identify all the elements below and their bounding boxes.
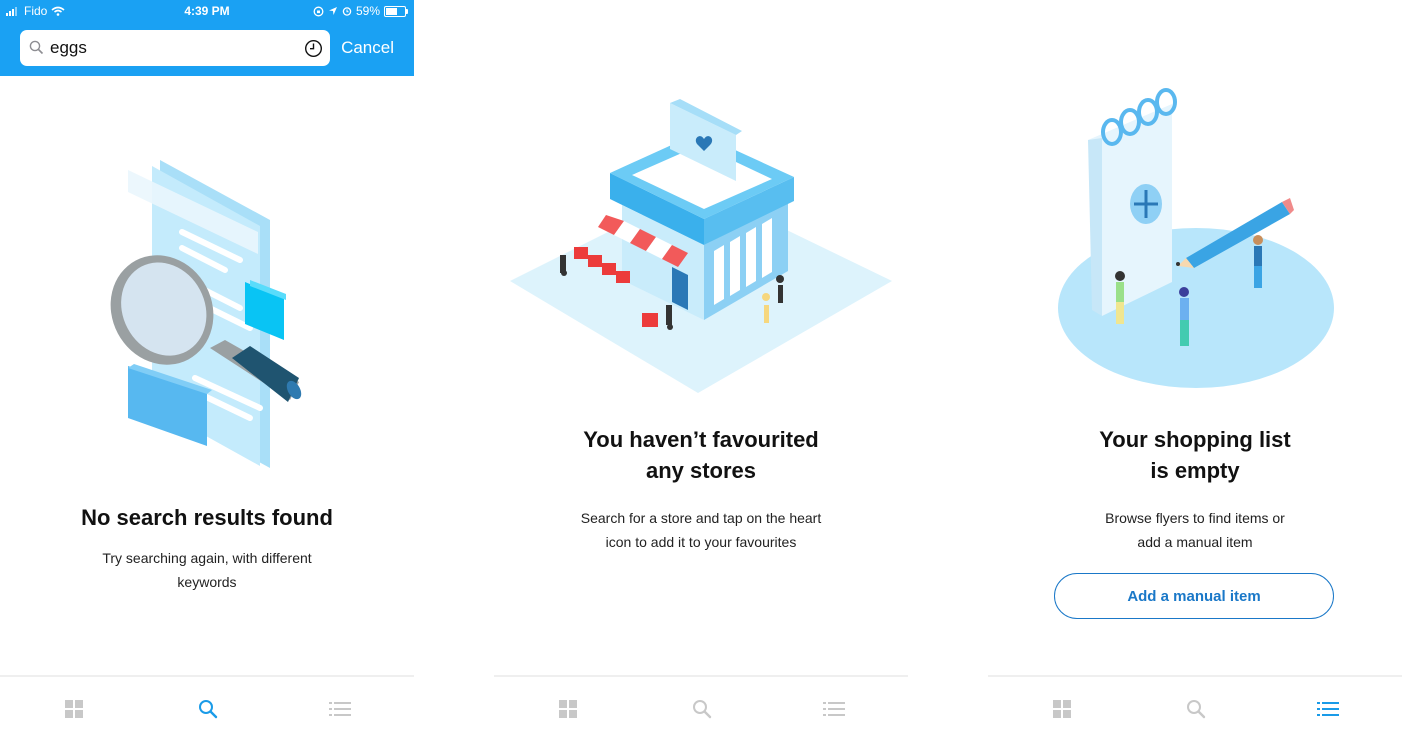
tab-flyers[interactable] <box>54 691 94 727</box>
battery-icon <box>384 5 408 17</box>
tab-search[interactable] <box>1176 691 1216 727</box>
no-results-illustration <box>110 160 302 468</box>
list-icon <box>823 702 845 716</box>
search-icon <box>29 40 44 55</box>
search-icon <box>199 700 218 719</box>
list-icon <box>1317 702 1339 716</box>
search-input[interactable] <box>50 37 290 59</box>
tab-flyers[interactable] <box>1042 691 1082 727</box>
battery-fill <box>386 7 397 15</box>
status-right: 59% <box>313 4 408 18</box>
page-title: Your shopping list is empty <box>988 424 1402 486</box>
store-illustration <box>510 99 892 393</box>
message-line: Try searching again, with different <box>102 550 312 566</box>
tab-search[interactable] <box>188 691 228 727</box>
title-line: Your shopping list <box>1099 427 1291 452</box>
tab-search[interactable] <box>682 691 722 727</box>
alarm-icon <box>342 7 352 16</box>
search-bar: Cancel <box>0 22 414 76</box>
search-field[interactable] <box>20 30 330 66</box>
grid-icon <box>1053 700 1071 718</box>
message-line: Browse flyers to find items or <box>1105 510 1285 526</box>
shopping-list-screen: Your shopping list is empty Browse flyer… <box>988 0 1402 736</box>
add-manual-item-button[interactable]: Add a manual item <box>1054 573 1334 619</box>
page-title: You haven’t favourited any stores <box>494 424 908 486</box>
favourite-stores-screen: You haven’t favourited any stores Search… <box>494 0 908 736</box>
list-icon <box>329 702 351 716</box>
message-line: Search for a store and tap on the heart <box>580 510 822 526</box>
tab-shopping-list[interactable] <box>320 691 360 727</box>
history-clock-icon[interactable] <box>304 39 323 58</box>
title-line: is empty <box>1150 458 1240 483</box>
tab-flyers[interactable] <box>548 691 588 727</box>
shopping-list-illustration <box>1058 88 1334 388</box>
page-title: No search results found <box>81 505 333 530</box>
empty-state-message: Browse flyers to find items or add a man… <box>1058 506 1332 554</box>
grid-icon <box>65 700 83 718</box>
location-icon <box>328 7 337 15</box>
empty-state-message: Try searching again, with different keyw… <box>70 546 344 594</box>
tab-bar <box>0 675 414 736</box>
search-icon <box>1187 700 1206 719</box>
message-line: add a manual item <box>1137 534 1253 550</box>
tab-bar <box>988 675 1402 736</box>
battery-percent: 59% <box>355 4 380 18</box>
message-line: icon to add it to your favourites <box>605 534 797 550</box>
empty-state-message: Search for a store and tap on the heart … <box>556 506 846 554</box>
tab-bar <box>494 675 908 736</box>
tab-shopping-list[interactable] <box>814 691 854 727</box>
tab-shopping-list[interactable] <box>1308 691 1348 727</box>
status-bar: Fido 4:39 PM 59% <box>0 0 414 22</box>
rotation-lock-icon <box>313 6 324 16</box>
search-icon <box>693 700 712 719</box>
grid-icon <box>559 700 577 718</box>
message-line: keywords <box>177 574 237 590</box>
title-line: any stores <box>645 458 757 483</box>
cancel-button[interactable]: Cancel <box>341 38 394 58</box>
title-line: You haven’t favourited <box>583 427 819 452</box>
search-results-screen: Fido 4:39 PM 59% Cancel <box>0 0 414 736</box>
